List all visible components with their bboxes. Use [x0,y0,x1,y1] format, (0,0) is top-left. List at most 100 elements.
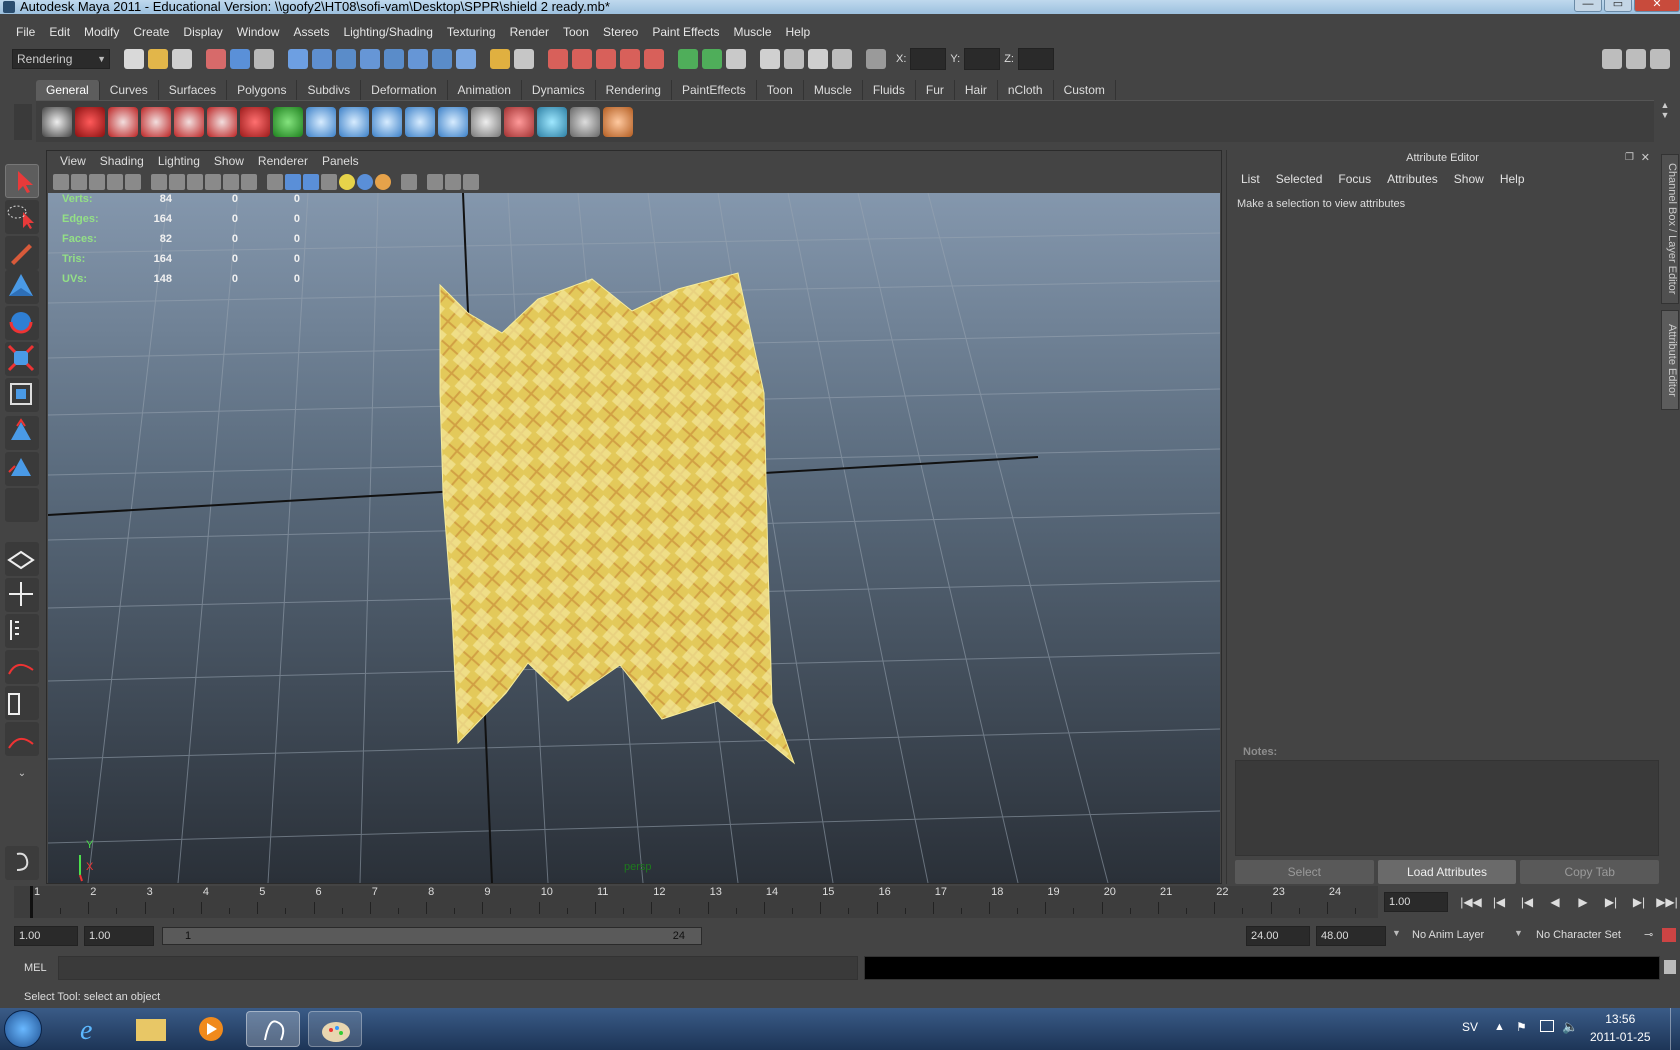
lock-selection-icon[interactable] [490,49,510,69]
z-field[interactable] [1017,48,1054,70]
volume-icon[interactable]: 🔈 [1562,1019,1578,1035]
xray-icon[interactable] [285,174,301,190]
bookmarks-icon[interactable] [89,174,105,190]
internet-explorer-icon[interactable]: e [64,1011,118,1047]
step-forward-key-icon[interactable]: ▶| [1600,892,1622,912]
persp-graph-layout-icon[interactable] [5,650,39,684]
action-center-flag-icon[interactable]: ⚑ [1516,1020,1527,1034]
redo-icon[interactable] [273,106,303,137]
sphere-icon[interactable] [306,106,336,137]
attr-menu-attributes[interactable]: Attributes [1379,172,1446,186]
menu-stereo[interactable]: Stereo [596,25,645,39]
select-object-icon[interactable] [230,49,250,69]
select-rendering-icon[interactable] [432,49,452,69]
go-to-start-icon[interactable]: |◀◀ [1460,892,1482,912]
attr-menu-show[interactable]: Show [1446,172,1492,186]
single-perspective-layout-icon[interactable] [5,542,39,576]
resolution-gate-icon[interactable] [401,174,417,190]
joint-icon[interactable] [339,106,369,137]
shelf-tab-curves[interactable]: Curves [99,80,159,100]
viewport-menu-renderer[interactable]: Renderer [251,154,315,168]
mel-label[interactable]: MEL [10,956,54,980]
float-panel-icon[interactable]: ❐ [1625,152,1634,163]
shelf-tab-toon[interactable]: Toon [756,80,804,100]
camera-aim-icon[interactable] [141,106,171,137]
highlight-selection-icon[interactable] [514,49,534,69]
paint-select-tool-icon[interactable] [5,236,39,270]
menu-paint-effects[interactable]: Paint Effects [645,25,726,39]
flat-shade-icon[interactable] [187,174,203,190]
lasso-icon[interactable] [240,106,270,137]
attribute-editor-toggle-icon[interactable] [1602,49,1622,69]
shelf-tab-deformation[interactable]: Deformation [361,80,448,100]
system-clock[interactable]: 13:56 2011-01-25 [1590,1010,1651,1046]
character-set-chevron-icon[interactable]: ▼ [1514,928,1523,938]
snap-to-view-planes-icon[interactable] [620,49,640,69]
select-tool-icon[interactable] [5,164,39,198]
maximize-button[interactable]: ▭ [1604,0,1632,12]
soft-mod-tool-icon[interactable] [5,416,39,450]
shelf-tab-subdivs[interactable]: Subdivs [297,80,362,100]
language-indicator[interactable]: SV [1462,1020,1478,1034]
bounding-box-icon[interactable] [205,174,221,190]
four-view-layout-icon[interactable] [5,578,39,612]
input-ops-icon[interactable] [678,49,698,69]
range-slider[interactable]: 1 24 [162,927,702,945]
outliner-icon[interactable] [471,106,501,137]
attr-menu-list[interactable]: List [1233,172,1268,186]
select-component-icon[interactable] [254,49,274,69]
shelf-menu-icon[interactable] [14,104,32,140]
menu-lighting-shading[interactable]: Lighting/Shading [336,25,439,39]
parent-icon[interactable] [405,106,435,137]
notes-field[interactable] [1235,760,1659,856]
cube-icon[interactable] [537,106,567,137]
script-editor-icon[interactable] [1664,960,1676,974]
shelf-tab-ncloth[interactable]: nCloth [997,80,1054,100]
unparent-icon[interactable] [438,106,468,137]
select-deformations-icon[interactable] [384,49,404,69]
anim-layer-dropdown[interactable]: No Anim Layer [1408,926,1510,946]
universal-manipulator-icon[interactable] [5,378,39,412]
move-tool-icon[interactable] [5,270,39,304]
select-button[interactable]: Select [1235,860,1374,884]
history-icon[interactable] [570,106,600,137]
quick-layout-icon[interactable] [5,846,39,880]
select-dynamics-icon[interactable] [408,49,428,69]
render-frame-icon[interactable] [760,49,780,69]
paint-taskbar-icon[interactable] [308,1011,362,1047]
stereo-camera-icon[interactable] [207,106,237,137]
menu-render[interactable]: Render [503,25,556,39]
hierarchy-icon[interactable] [372,106,402,137]
maya-taskbar-icon[interactable] [246,1011,300,1047]
new-scene-icon[interactable] [124,49,144,69]
media-player-icon[interactable] [184,1011,238,1047]
image-plane-icon[interactable] [107,174,123,190]
play-forwards-icon[interactable]: ▶ [1572,892,1594,912]
play-backwards-icon[interactable]: ◀ [1544,892,1566,912]
channel-box-toggle-icon[interactable] [1650,49,1670,69]
shelf-tab-surfaces[interactable]: Surfaces [158,80,228,100]
render-settings-icon[interactable] [808,49,828,69]
step-forward-frame-icon[interactable]: ▶| [1628,892,1650,912]
ipr-render-icon[interactable] [784,49,804,69]
snap-to-points-icon[interactable] [596,49,616,69]
persp-outliner-layout-icon[interactable] [5,614,39,648]
lasso-tool-icon[interactable] [5,200,39,234]
camera-aim-up-icon[interactable] [174,106,204,137]
file-explorer-icon[interactable] [124,1011,178,1047]
select-handles-icon[interactable] [288,49,308,69]
select-hierarchy-icon[interactable] [206,49,226,69]
show-desktop-button[interactable] [1670,1008,1680,1050]
rotate-tool-icon[interactable] [5,306,39,340]
layout-expand-chevron-icon[interactable]: ⌄ [5,768,39,788]
film-gate-icon[interactable] [427,174,443,190]
render-view-icon[interactable] [42,106,72,137]
minimize-button[interactable]: — [1574,0,1602,12]
step-back-key-icon[interactable]: |◀ [1516,892,1538,912]
menu-file[interactable]: File [9,25,42,39]
camera-attributes-icon[interactable] [71,174,87,190]
shelf-tab-general[interactable]: General [36,80,100,100]
animation-start-field[interactable]: 1.00 [14,926,78,946]
shelf-tab-painteffects[interactable]: PaintEffects [671,80,757,100]
share-panel-icon[interactable] [463,174,479,190]
